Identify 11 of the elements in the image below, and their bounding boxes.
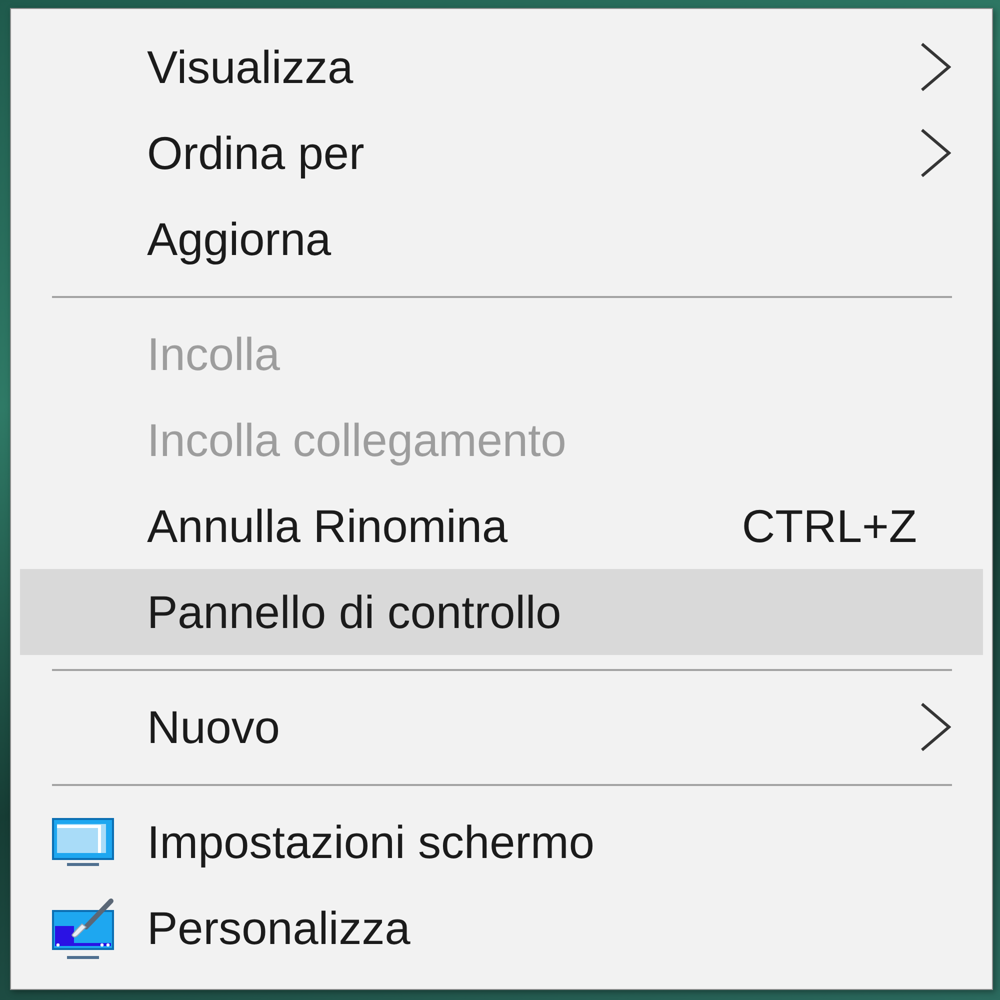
menu-item[interactable]: Aggiorna — [20, 196, 983, 282]
menu-item[interactable]: Ordina per — [20, 110, 983, 196]
monitor-brush-icon — [52, 898, 114, 958]
menu-item[interactable]: Nuovo — [20, 684, 983, 770]
menu-item[interactable]: Pannello di controllo — [20, 569, 983, 655]
menu-item[interactable]: Impostazioni schermo — [20, 799, 983, 885]
monitor-icon — [52, 818, 114, 866]
menu-item[interactable]: Annulla Rinomina CTRL+Z — [20, 483, 983, 569]
menu-item[interactable]: Personalizza — [20, 885, 983, 971]
menu-item[interactable]: Visualizza — [20, 24, 983, 110]
shortcut-label: CTRL+Z — [742, 499, 917, 553]
